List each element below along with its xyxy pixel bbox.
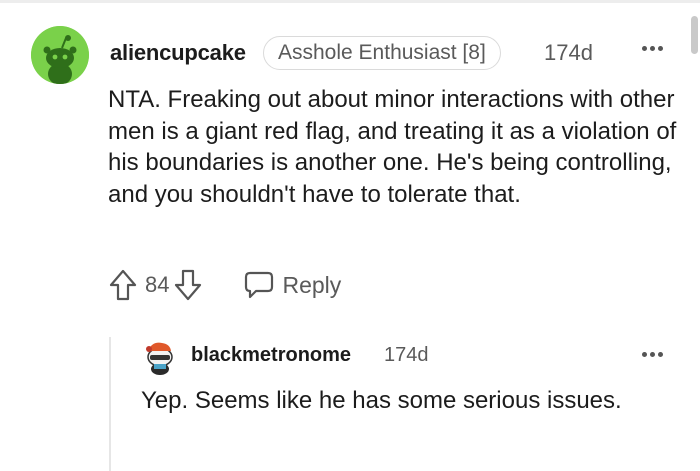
reply-body: Yep. Seems like he has some serious issu… [141,387,622,414]
user-flair: Asshole Enthusiast [8] [263,36,501,70]
reply-age: 174d [384,344,429,366]
reply-avatar[interactable] [140,337,178,375]
comment-body: NTA. Freaking out about minor interactio… [108,86,677,208]
comment-age: 174d [544,40,593,65]
snoo-avatar-icon [146,342,173,375]
reply-label: Reply [282,271,342,298]
downvote-icon[interactable] [173,268,203,302]
vote-score: 84 [145,272,170,297]
user-avatar[interactable] [31,26,89,84]
reply-button[interactable]: Reply [243,270,341,300]
scrollbar-thumb[interactable] [691,16,698,54]
top-divider [0,0,700,3]
snoo-avatar-icon [31,26,89,84]
thread-line[interactable] [109,337,111,471]
more-options-icon[interactable] [637,344,667,364]
comment-actions: 84 Reply [108,266,341,304]
more-options-icon[interactable] [637,38,667,58]
speech-bubble-icon [245,271,274,299]
upvote-icon[interactable] [108,268,138,302]
reply-username[interactable]: blackmetronome [191,344,351,367]
comment-username[interactable]: aliencupcake [110,40,246,66]
